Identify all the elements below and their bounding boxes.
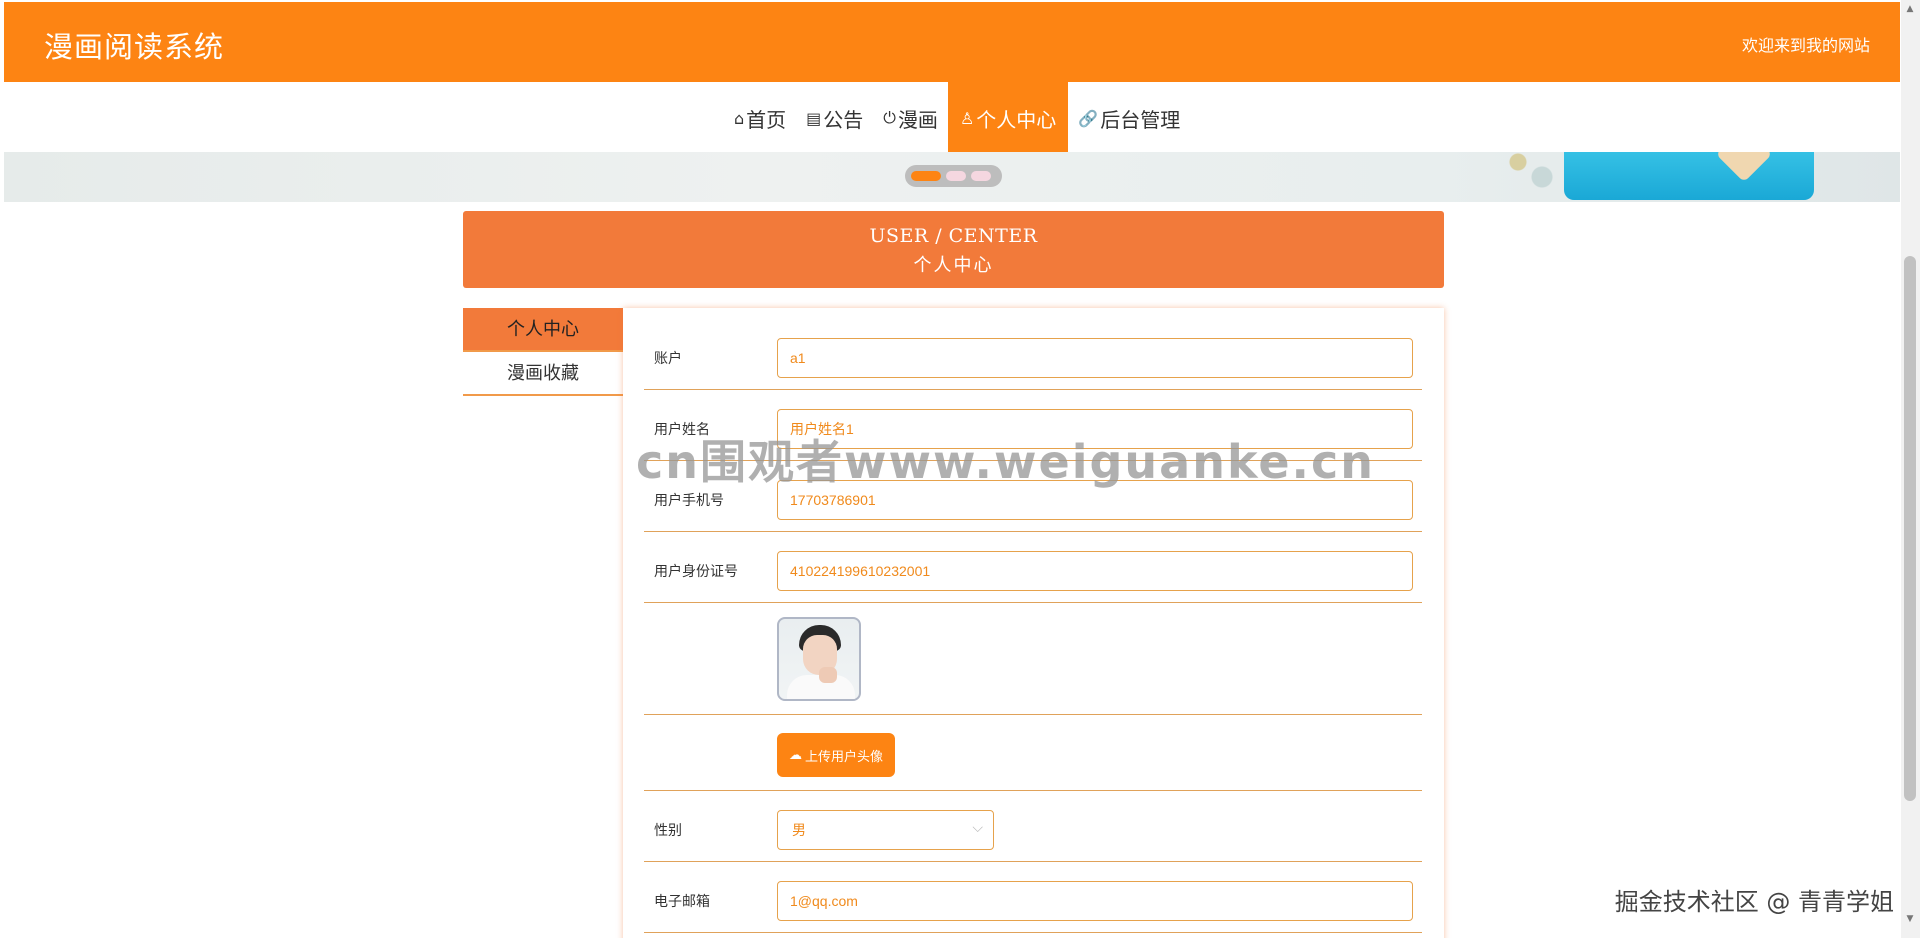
section-title-en: USER / CENTER [869, 225, 1038, 247]
gender-select[interactable]: 男 ⌵ [777, 810, 994, 850]
section-header: USER / CENTER 个人中心 [463, 211, 1444, 288]
phone-input[interactable] [777, 480, 1413, 520]
nav-item-admin[interactable]: 🔗 后台管理 [1068, 82, 1190, 154]
name-label: 用户姓名 [654, 422, 710, 438]
user-icon: ♙ [959, 108, 975, 128]
upload-avatar-label: 上传用户头像 [804, 749, 883, 765]
account-input[interactable] [777, 338, 1413, 378]
row-phone: 用户手机号 [644, 461, 1422, 532]
idcard-label: 用户身份证号 [654, 564, 738, 580]
notice-icon: ▤ [806, 108, 822, 128]
nav-label-comics: 漫画 [897, 107, 938, 132]
name-input[interactable] [777, 409, 1413, 449]
corner-watermark: 掘金技术社区 @ 青青学姐 [1614, 888, 1894, 916]
nav-label-home: 首页 [746, 107, 787, 132]
banner-flowers-image [1494, 152, 1574, 202]
carousel-dot-1[interactable] [911, 171, 941, 181]
banner-gift-image [1564, 152, 1814, 200]
nav-item-user-center[interactable]: ♙ 个人中心 [947, 82, 1069, 154]
home-icon: ⌂ [734, 108, 745, 128]
scroll-down-icon[interactable]: ▼ [1904, 914, 1916, 924]
chevron-down-icon: ⌵ [972, 820, 983, 836]
avatar [777, 617, 861, 701]
scrollbar-thumb[interactable] [1904, 256, 1916, 801]
section-title-cn: 个人中心 [913, 255, 994, 276]
cloud-upload-icon: ☁ [788, 747, 802, 763]
email-input[interactable] [777, 881, 1413, 921]
scroll-up-icon[interactable]: ▲ [1904, 4, 1916, 14]
row-email: 电子邮箱 [644, 862, 1422, 933]
nav-label-admin: 后台管理 [1100, 107, 1181, 132]
side-menu: 个人中心 漫画收藏 [463, 308, 623, 396]
nav-label-notice: 公告 [823, 107, 864, 132]
side-item-favorites[interactable]: 漫画收藏 [463, 352, 623, 396]
email-label: 电子邮箱 [654, 894, 710, 910]
row-gender: 性别 男 ⌵ [644, 791, 1422, 862]
welcome-text: 欢迎来到我的网站 [1741, 36, 1870, 55]
nav-item-notice[interactable]: ▤ 公告 [796, 82, 873, 154]
idcard-input[interactable] [777, 551, 1413, 591]
row-idcard: 用户身份证号 [644, 532, 1422, 603]
row-name: 用户姓名 [644, 390, 1422, 461]
row-account: 账户 [644, 308, 1422, 390]
gender-label: 性别 [654, 823, 682, 839]
user-form: 账户 用户姓名 用户手机号 用户身份证号 ☁ 上传用户头像 性别 男 ⌵ [623, 308, 1444, 938]
carousel-indicators [905, 165, 1002, 187]
power-icon: ⏻ [883, 108, 896, 127]
nav-item-home[interactable]: ⌂ 首页 [724, 82, 796, 154]
row-avatar [644, 603, 1422, 715]
gender-value: 男 [792, 823, 806, 839]
upload-avatar-button[interactable]: ☁ 上传用户头像 [777, 733, 895, 777]
nav-label-user-center: 个人中心 [976, 107, 1057, 132]
main-nav: ⌂ 首页 ▤ 公告 ⏻ 漫画 ♙ 个人中心 🔗 后台管理 [4, 82, 1900, 154]
account-label: 账户 [654, 351, 682, 367]
nav-item-comics[interactable]: ⏻ 漫画 [873, 82, 948, 154]
link-icon: 🔗 [1078, 108, 1099, 128]
site-title: 漫画阅读系统 [44, 30, 225, 64]
phone-label: 用户手机号 [654, 493, 724, 509]
row-upload: ☁ 上传用户头像 [644, 715, 1422, 791]
carousel-dot-2[interactable] [946, 171, 966, 181]
top-bar: 漫画阅读系统 欢迎来到我的网站 [4, 2, 1900, 82]
side-item-user-center[interactable]: 个人中心 [463, 308, 623, 352]
carousel-dot-3[interactable] [971, 171, 991, 181]
